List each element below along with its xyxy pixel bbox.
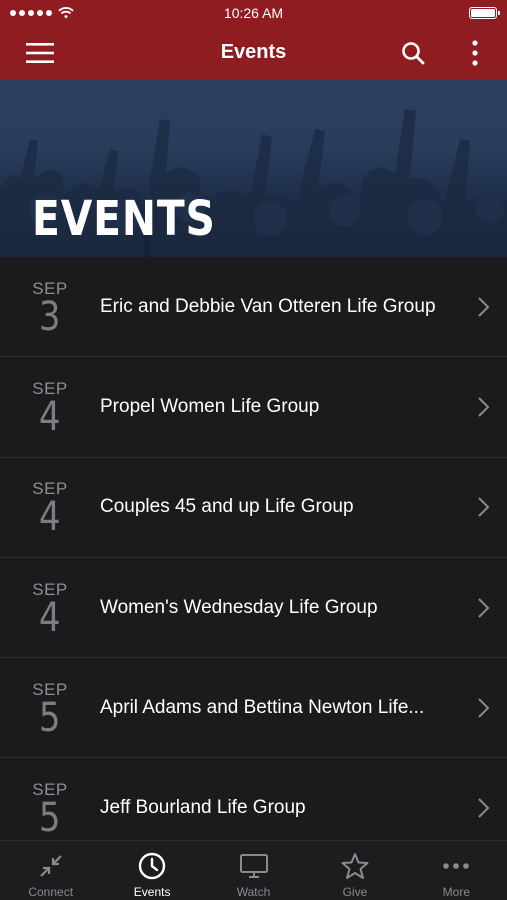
status-bar: 10:26 AM <box>0 0 507 26</box>
status-left <box>10 7 74 19</box>
tab-label: Give <box>342 884 368 899</box>
tab-bar: Connect Events Watch Give More <box>0 840 507 900</box>
event-day: 5 <box>39 795 61 840</box>
event-title: Couples 45 and up Life Group <box>100 496 354 518</box>
event-date: SEP 5 <box>0 780 100 840</box>
event-date: SEP 4 <box>0 479 100 541</box>
chevron-right-icon <box>478 296 490 317</box>
nav-actions <box>397 37 491 69</box>
chevron-right-icon <box>478 698 490 718</box>
event-day: 3 <box>39 293 61 340</box>
chevron-right-icon <box>478 497 490 517</box>
overflow-menu-button[interactable] <box>459 37 491 69</box>
event-title: Eric and Debbie Van Otteren Life Group <box>100 295 436 317</box>
search-icon <box>402 41 425 64</box>
hero-title: EVENTS <box>32 191 216 247</box>
hamburger-icon <box>26 42 54 63</box>
tab-give[interactable]: Give <box>304 841 405 900</box>
event-title: Jeff Bourland Life Group <box>100 797 306 819</box>
event-day: 5 <box>39 694 61 741</box>
event-day: 4 <box>39 594 61 641</box>
more-dots-icon <box>441 851 471 881</box>
event-day: 4 <box>39 393 61 440</box>
event-row[interactable]: SEP 4 Women's Wednesday Life Group <box>0 558 507 659</box>
event-date: SEP 3 <box>0 279 100 340</box>
event-date: SEP 4 <box>0 580 100 641</box>
event-list: SEP 3 Eric and Debbie Van Otteren Life G… <box>0 257 507 840</box>
event-row[interactable]: SEP 5 Jeff Bourland Life Group <box>0 758 507 840</box>
tab-label: Connect <box>28 884 74 899</box>
nav-bar: Events <box>0 26 507 79</box>
tab-more[interactable]: More <box>406 841 507 900</box>
signal-strength-icon <box>10 10 52 16</box>
chevron-right-icon <box>478 397 490 417</box>
tab-label: Watch <box>236 884 271 899</box>
hero-banner: EVENTS <box>0 79 507 257</box>
event-day: 4 <box>39 494 61 541</box>
wifi-icon <box>58 7 74 19</box>
event-row[interactable]: SEP 4 Couples 45 and up Life Group <box>0 458 507 558</box>
battery-icon <box>469 7 500 19</box>
clock-icon <box>137 851 167 881</box>
vertical-dots-icon <box>472 39 478 66</box>
tab-watch[interactable]: Watch <box>203 841 304 900</box>
event-title: April Adams and Bettina Newton Life... <box>100 696 425 718</box>
menu-button[interactable] <box>24 37 56 69</box>
chevron-right-icon <box>478 597 490 618</box>
event-row[interactable]: SEP 5 April Adams and Bettina Newton Lif… <box>0 658 507 759</box>
star-icon <box>340 851 370 881</box>
event-title: Propel Women Life Group <box>100 395 320 417</box>
event-row[interactable]: SEP 3 Eric and Debbie Van Otteren Life G… <box>0 257 507 358</box>
search-button[interactable] <box>397 37 429 69</box>
tab-events[interactable]: Events <box>101 841 202 900</box>
event-date: SEP 4 <box>0 379 100 440</box>
status-time: 10:26 AM <box>223 5 284 21</box>
tab-label: More <box>442 884 470 899</box>
event-title: Women's Wednesday Life Group <box>100 596 378 618</box>
tab-label: Events <box>133 884 171 899</box>
connect-icon <box>36 851 66 881</box>
tab-connect[interactable]: Connect <box>0 841 101 900</box>
chevron-right-icon <box>478 798 490 818</box>
monitor-icon <box>239 851 269 881</box>
event-date: SEP 5 <box>0 680 100 741</box>
event-row[interactable]: SEP 4 Propel Women Life Group <box>0 357 507 458</box>
